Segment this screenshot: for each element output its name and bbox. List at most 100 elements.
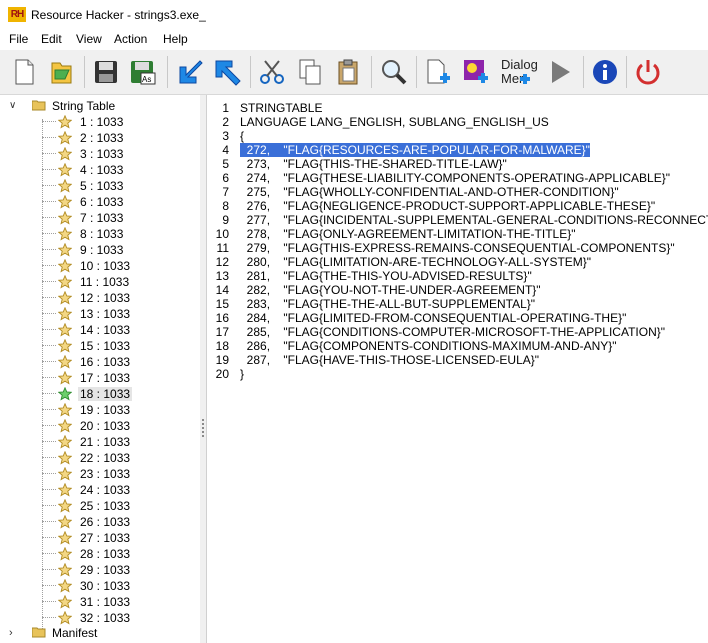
code-line[interactable]: 18 286, "FLAG{COMPONENTS-CONDITIONS-MAXI…	[207, 339, 708, 353]
tree-guide-line	[42, 617, 56, 618]
tree-item-string[interactable]: 8 : 1033	[0, 226, 200, 242]
code-line[interactable]: 14 282, "FLAG{YOU-NOT-THE-UNDER-AGREEMEN…	[207, 283, 708, 297]
code-line[interactable]: 6 274, "FLAG{THESE-LIABILITY-COMPONENTS-…	[207, 171, 708, 185]
toolbar-separator	[371, 56, 372, 88]
save-button[interactable]	[88, 54, 124, 90]
code-line[interactable]: 16 284, "FLAG{LIMITED-FROM-CONSEQUENTIAL…	[207, 311, 708, 325]
resource-tree[interactable]: ∨ String Table 1 : 1033 2 : 1033 3 : 1033 4…	[0, 95, 201, 643]
copy-button[interactable]	[292, 54, 328, 90]
tree-item-string[interactable]: 31 : 1033	[0, 594, 200, 610]
tree-item-string[interactable]: 14 : 1033	[0, 322, 200, 338]
tree-item-string[interactable]: 22 : 1033	[0, 450, 200, 466]
tree-guide-line	[42, 457, 56, 458]
new-file-button[interactable]	[6, 54, 42, 90]
code-line[interactable]: 15 283, "FLAG{THE-THE-ALL-BUT-SUPPLEMENT…	[207, 297, 708, 311]
tree-item-string[interactable]: 13 : 1033	[0, 306, 200, 322]
code-line[interactable]: 5 273, "FLAG{THIS-THE-SHARED-TITLE-LAW}"	[207, 157, 708, 171]
line-text: 277, "FLAG{INCIDENTAL-SUPPLEMENTAL-GENER…	[240, 213, 708, 227]
tree-item-string[interactable]: 6 : 1033	[0, 194, 200, 210]
tree-item-string[interactable]: 30 : 1033	[0, 578, 200, 594]
code-line[interactable]: 10 278, "FLAG{ONLY-AGREEMENT-LIMITATION-…	[207, 227, 708, 241]
expand-chevron-icon[interactable]: ›	[9, 628, 19, 639]
code-line[interactable]: 12 280, "FLAG{LIMITATION-ARE-TECHNOLOGY-…	[207, 255, 708, 269]
code-line[interactable]: 20}	[207, 367, 708, 381]
tree-item-label: 6 : 1033	[80, 195, 124, 209]
menu-edit[interactable]: Edit	[40, 32, 63, 46]
tree-item-string[interactable]: 15 : 1033	[0, 338, 200, 354]
code-line[interactable]: 13 281, "FLAG{THE-THIS-YOU-ADVISED-RESUL…	[207, 269, 708, 283]
star-icon	[58, 243, 72, 257]
tree-item-string[interactable]: 26 : 1033	[0, 514, 200, 530]
tree-node-manifest[interactable]: › Manifest	[0, 625, 200, 641]
tree-item-string[interactable]: 1 : 1033	[0, 114, 200, 130]
tree-item-string[interactable]: 7 : 1033	[0, 210, 200, 226]
code-line[interactable]: 2 LANGUAGE LANG_ENGLISH, SUBLANG_ENGLISH_…	[207, 115, 708, 129]
tree-item-string[interactable]: 19 : 1033	[0, 402, 200, 418]
tree-node-string-table[interactable]: ∨ String Table	[0, 98, 200, 114]
tree-item-string[interactable]: 23 : 1033	[0, 466, 200, 482]
exit-button[interactable]	[630, 54, 666, 90]
tree-item-string[interactable]: 27 : 1033	[0, 530, 200, 546]
play-icon	[552, 61, 570, 83]
tree-item-string[interactable]: 10 : 1033	[0, 258, 200, 274]
tree-item-string[interactable]: 24 : 1033	[0, 482, 200, 498]
code-line[interactable]: 19 287, "FLAG{HAVE-THIS-THOSE-LICENSED-E…	[207, 353, 708, 367]
tree-guide-line	[42, 329, 56, 330]
add-resource-button[interactable]	[420, 54, 456, 90]
menu-view[interactable]: View	[75, 32, 103, 46]
tree-item-string[interactable]: 16 : 1033	[0, 354, 200, 370]
tree-item-string[interactable]: 25 : 1033	[0, 498, 200, 514]
tree-guide-line	[42, 281, 56, 282]
save-as-button[interactable]: As	[126, 54, 162, 90]
tree-item-string[interactable]: 21 : 1033	[0, 434, 200, 450]
run-script-button[interactable]	[542, 54, 578, 90]
open-file-button[interactable]	[44, 54, 80, 90]
tree-item-string[interactable]: 29 : 1033	[0, 562, 200, 578]
tree-item-string[interactable]: 5 : 1033	[0, 178, 200, 194]
new-file-icon	[15, 59, 34, 85]
tree-guide-line	[42, 425, 56, 426]
line-text: 284, "FLAG{LIMITED-FROM-CONSEQUENTIAL-OP…	[240, 311, 627, 325]
collapse-chevron-icon[interactable]: ∨	[9, 101, 19, 111]
export-button[interactable]	[209, 54, 245, 90]
code-line[interactable]: 9 277, "FLAG{INCIDENTAL-SUPPLEMENTAL-GEN…	[207, 213, 708, 227]
code-line[interactable]: 1 STRINGTABLE	[207, 101, 708, 115]
find-button[interactable]	[375, 54, 411, 90]
dialog-label: Dialog	[501, 57, 538, 72]
code-line[interactable]: 4 272, "FLAG{RESOURCES-ARE-POPULAR-FOR-M…	[207, 143, 708, 157]
resource-hacker-app-icon: RH	[8, 7, 26, 22]
code-line[interactable]: 3{	[207, 129, 708, 143]
tree-item-string[interactable]: 12 : 1033	[0, 290, 200, 306]
tree-item-string[interactable]: 9 : 1033	[0, 242, 200, 258]
code-line[interactable]: 17 285, "FLAG{CONDITIONS-COMPUTER-MICROS…	[207, 325, 708, 339]
dialog-menu-editor-button[interactable]: Dialog Mer	[496, 54, 538, 90]
folder-open-icon	[32, 100, 46, 111]
line-number: 15	[215, 297, 229, 311]
paste-button[interactable]	[330, 54, 366, 90]
menu-help[interactable]: Help	[162, 32, 189, 46]
line-text: 279, "FLAG{THIS-EXPRESS-REMAINS-CONSEQUE…	[240, 241, 675, 255]
code-line[interactable]: 7 275, "FLAG{WHOLLY-CONFIDENTIAL-AND-OTH…	[207, 185, 708, 199]
menu-file[interactable]: File	[8, 32, 29, 46]
line-text: LANGUAGE LANG_ENGLISH, SUBLANG_ENGLISH_U…	[240, 115, 549, 129]
tree-item-string[interactable]: 20 : 1033	[0, 418, 200, 434]
import-button[interactable]	[171, 54, 207, 90]
tree-item-string[interactable]: 18 : 1033	[0, 386, 200, 402]
star-icon	[58, 323, 72, 337]
tree-item-string[interactable]: 17 : 1033	[0, 370, 200, 386]
script-editor[interactable]: 1 STRINGTABLE 2 LANGUAGE LANG_ENGLISH, SUBL…	[206, 95, 708, 643]
tree-item-string[interactable]: 3 : 1033	[0, 146, 200, 162]
menu-action[interactable]: Action	[113, 32, 148, 46]
code-line[interactable]: 8 276, "FLAG{NEGLIGENCE-PRODUCT-SUPPORT-…	[207, 199, 708, 213]
about-button[interactable]	[587, 54, 623, 90]
star-icon	[58, 595, 72, 609]
tree-item-string[interactable]: 32 : 1033	[0, 610, 200, 626]
code-line[interactable]: 11 279, "FLAG{THIS-EXPRESS-REMAINS-CONSE…	[207, 241, 708, 255]
add-image-button[interactable]	[458, 54, 494, 90]
cut-button[interactable]	[254, 54, 290, 90]
tree-item-string[interactable]: 2 : 1033	[0, 130, 200, 146]
tree-item-string[interactable]: 4 : 1033	[0, 162, 200, 178]
star-icon	[58, 403, 72, 417]
tree-item-string[interactable]: 11 : 1033	[0, 274, 200, 290]
tree-item-string[interactable]: 28 : 1033	[0, 546, 200, 562]
